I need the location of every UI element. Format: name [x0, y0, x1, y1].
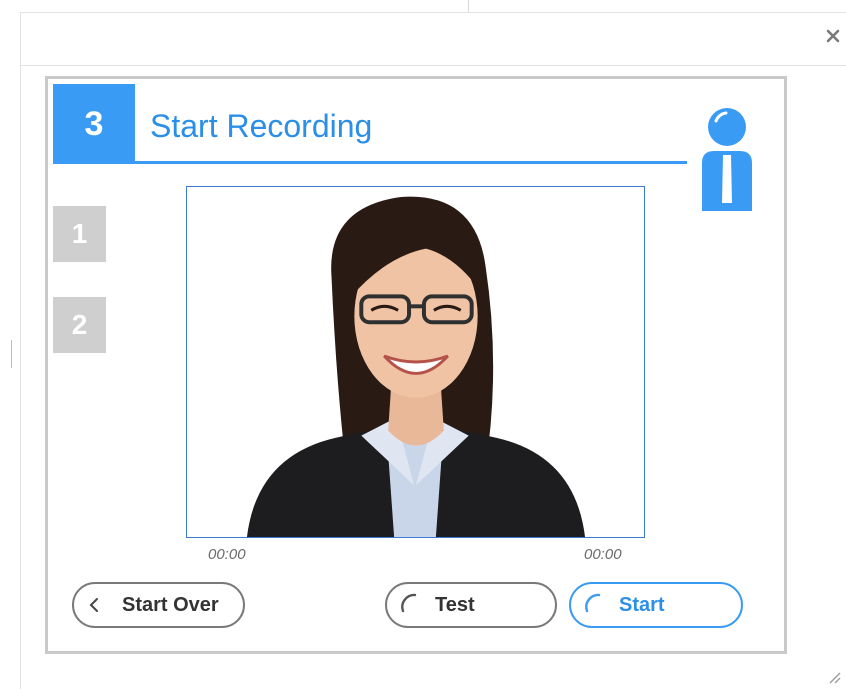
recording-dialog: 3 Start Recording 1 2 00:00 00:00 Start …	[20, 12, 846, 689]
background-mark	[11, 340, 12, 368]
step-badge-1[interactable]: 1	[53, 206, 106, 262]
active-step-badge: 3	[53, 84, 135, 164]
resize-grip-icon[interactable]	[826, 669, 842, 685]
duration-time: 00:00	[584, 546, 622, 563]
elapsed-time: 00:00	[208, 546, 246, 563]
video-preview[interactable]	[186, 186, 645, 538]
step-badge-2[interactable]: 2	[53, 297, 106, 353]
start-over-button[interactable]: Start Over	[72, 582, 245, 628]
test-button[interactable]: Test	[385, 582, 557, 628]
info-person-icon[interactable]	[696, 105, 758, 211]
screen: 3 Start Recording 1 2 00:00 00:00 Start …	[0, 0, 846, 689]
step-title: Start Recording	[150, 108, 373, 144]
test-label: Test	[435, 594, 475, 616]
titlebar-divider	[21, 65, 846, 66]
start-label: Start	[619, 594, 665, 616]
title-underline	[135, 161, 687, 164]
close-icon	[826, 29, 840, 43]
start-over-label: Start Over	[122, 594, 219, 616]
dialog-titlebar	[21, 13, 846, 65]
start-button[interactable]: Start	[569, 582, 743, 628]
close-button[interactable]	[820, 21, 846, 51]
webcam-person-image	[187, 187, 644, 537]
background-divider	[468, 0, 469, 12]
chevron-left-icon	[89, 598, 98, 612]
wizard-panel: 3 Start Recording 1 2 00:00 00:00 Start …	[45, 76, 787, 654]
loading-spinner-icon	[585, 593, 601, 613]
loading-spinner-icon	[401, 593, 417, 613]
